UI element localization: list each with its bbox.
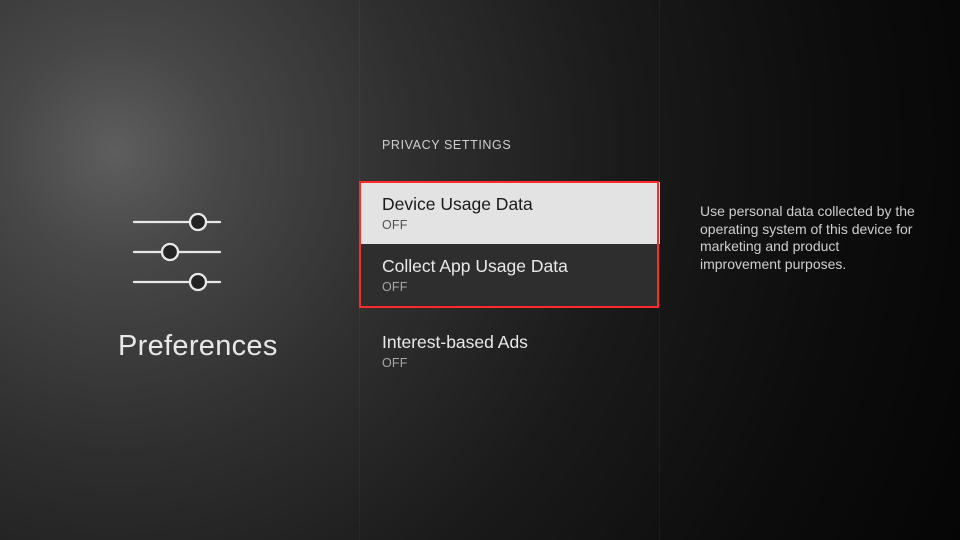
- center-pane: PRIVACY SETTINGS Device Usage Data OFF C…: [360, 0, 660, 540]
- page-title: Preferences: [118, 330, 278, 363]
- option-value: OFF: [382, 356, 638, 370]
- settings-screen: Preferences PRIVACY SETTINGS Device Usag…: [0, 0, 960, 540]
- right-pane: Use personal data collected by the opera…: [660, 0, 960, 540]
- option-label: Device Usage Data: [382, 194, 638, 214]
- left-pane: Preferences: [0, 0, 360, 540]
- option-interest-based-ads[interactable]: Interest-based Ads OFF: [360, 320, 660, 382]
- option-label: Interest-based Ads: [382, 332, 638, 352]
- option-value: OFF: [382, 280, 638, 294]
- sliders-icon: [130, 200, 224, 292]
- option-label: Collect App Usage Data: [382, 256, 638, 276]
- option-value: OFF: [382, 218, 638, 232]
- option-description: Use personal data collected by the opera…: [700, 203, 920, 273]
- option-collect-app-usage-data[interactable]: Collect App Usage Data OFF: [360, 244, 660, 306]
- options-list: Device Usage Data OFF Collect App Usage …: [360, 182, 660, 382]
- option-device-usage-data[interactable]: Device Usage Data OFF: [360, 182, 660, 244]
- section-heading: PRIVACY SETTINGS: [382, 138, 511, 152]
